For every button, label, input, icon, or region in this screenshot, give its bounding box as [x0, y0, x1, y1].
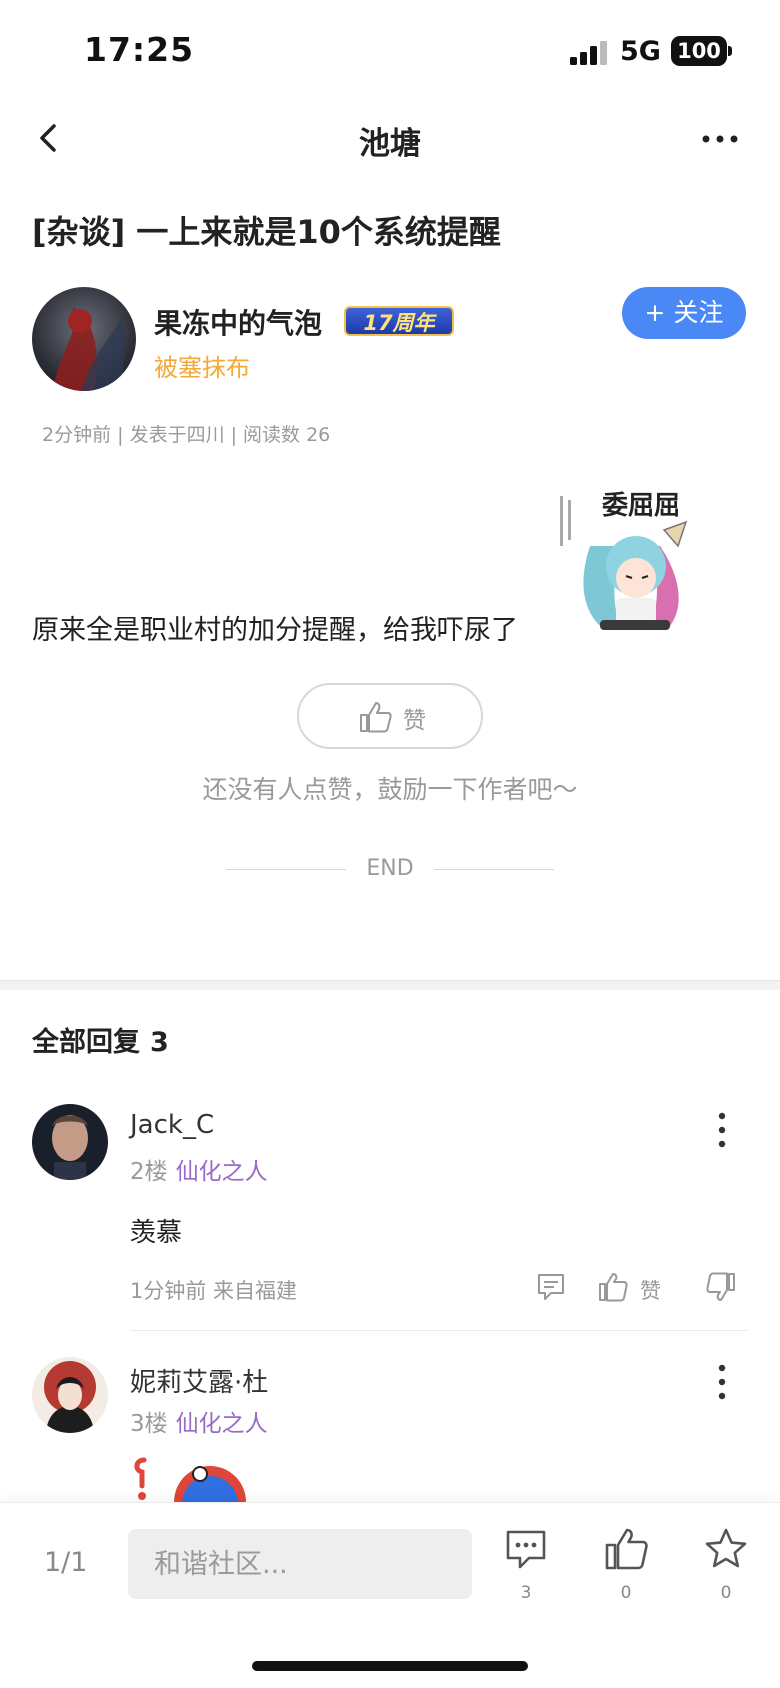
- battery-icon: 100: [671, 36, 727, 66]
- reply-rank: 仙化之人: [175, 1159, 268, 1185]
- page-indicator[interactable]: 1/1: [44, 1547, 87, 1578]
- comment-input[interactable]: [128, 1529, 472, 1599]
- like-label: 赞: [403, 708, 426, 734]
- reply-more-icon[interactable]: [712, 1362, 732, 1402]
- bottom-bar: 1/1 3 0 0: [0, 1502, 780, 1688]
- status-time: 17:25: [84, 30, 195, 69]
- reply-like-icon[interactable]: [598, 1272, 628, 1302]
- replies-header-label: 全部回复: [32, 1027, 140, 1058]
- battery-nub: [728, 46, 732, 56]
- reply-avatar[interactable]: [32, 1357, 108, 1433]
- signal-icon: [570, 41, 607, 65]
- end-divider-right: [434, 869, 554, 870]
- replies-header: 全部回复 3: [32, 1020, 169, 1059]
- thumbs-up-icon: [605, 1528, 648, 1570]
- reply-floor-number: 3楼: [130, 1411, 168, 1437]
- more-icon[interactable]: [700, 124, 740, 154]
- author-name[interactable]: 果冻中的气泡: [154, 302, 322, 342]
- reply-more-icon[interactable]: [712, 1110, 732, 1150]
- post-body: 原来全是职业村的加分提醒，给我吓尿了: [32, 615, 518, 646]
- star-icon: [705, 1528, 747, 1568]
- comments-button[interactable]: 3: [496, 1527, 556, 1617]
- reply-author-name[interactable]: 妮莉艾露·杜: [130, 1362, 268, 1399]
- comment-icon: [506, 1530, 546, 1569]
- section-divider: [0, 980, 780, 990]
- reply-rank: 仙化之人: [175, 1411, 268, 1437]
- nav-bar: 池塘: [0, 100, 780, 180]
- end-label: END: [366, 856, 414, 881]
- replies-count: 3: [150, 1027, 169, 1058]
- like-button[interactable]: 0: [596, 1527, 656, 1617]
- svg-text:委屈屈: 委屈屈: [602, 491, 680, 521]
- like-hint: 还没有人点赞，鼓励一下作者吧～: [202, 775, 578, 804]
- reply-text: 羡慕: [130, 1218, 183, 1248]
- reply-like-label[interactable]: 赞: [640, 1275, 661, 1305]
- reply-separator: [130, 1330, 748, 1331]
- post-title: [杂谈] 一上来就是10个系统提醒: [32, 213, 501, 251]
- reply-author-name[interactable]: Jack_C: [130, 1110, 214, 1140]
- reply-meta: 1分钟前 来自福建: [130, 1279, 298, 1303]
- favorite-button[interactable]: 0: [696, 1527, 756, 1617]
- comment-count: 3: [520, 1583, 532, 1603]
- sticker-image: 委屈屈: [560, 491, 688, 630]
- author-subtitle: 被塞抹布: [154, 354, 250, 382]
- reply-avatar[interactable]: [32, 1104, 108, 1180]
- thumbs-up-icon: [360, 702, 392, 733]
- page-title: 池塘: [359, 126, 421, 162]
- reply-comment-icon[interactable]: [536, 1272, 566, 1302]
- post-like-button[interactable]: 赞: [297, 683, 483, 749]
- follow-button[interactable]: + 关注: [622, 287, 746, 339]
- reply-dislike-icon[interactable]: [706, 1272, 736, 1302]
- reply-sticker-image: [134, 1457, 246, 1502]
- like-count: 0: [620, 1583, 632, 1603]
- status-bar: 17:25 5G 100: [0, 0, 780, 100]
- reply-floor: 3楼 仙化之人: [130, 1404, 268, 1438]
- reply-floor: 2楼 仙化之人: [130, 1152, 268, 1186]
- favorite-count: 0: [720, 1583, 732, 1603]
- anniversary-badge: 17周年: [344, 306, 454, 336]
- home-indicator[interactable]: [252, 1661, 528, 1671]
- author-avatar[interactable]: [32, 287, 136, 391]
- post-meta: 2分钟前 | 发表于四川 | 阅读数 26: [42, 424, 331, 446]
- network-label: 5G: [620, 36, 661, 67]
- reply-floor-number: 2楼: [130, 1159, 168, 1185]
